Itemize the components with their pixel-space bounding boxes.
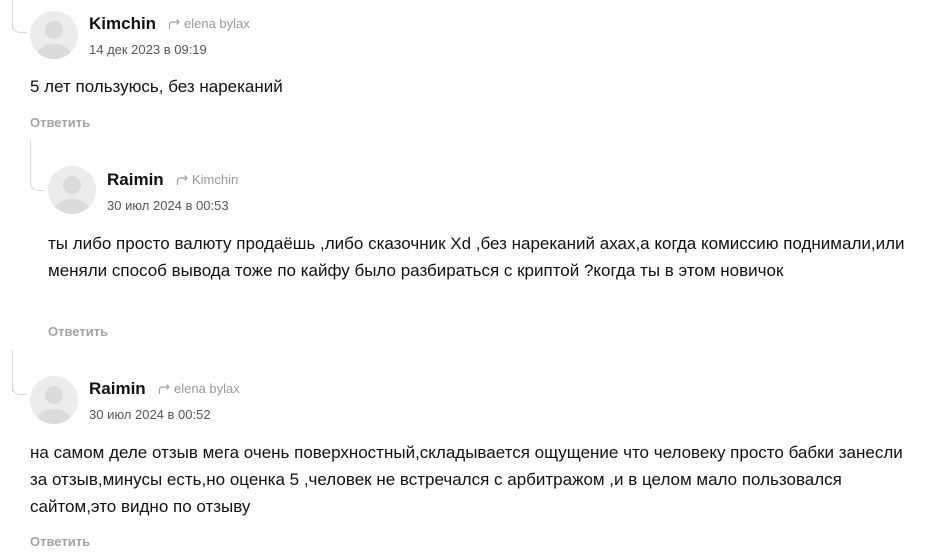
reply-to-link[interactable]: elena bylax [158,381,240,396]
comment-date: 30 июл 2024 в 00:52 [89,407,211,422]
comment-author[interactable]: Raimin [89,379,146,399]
reply-arrow-icon [158,383,170,394]
avatar[interactable] [30,376,78,424]
user-placeholder-icon [36,386,72,424]
reply-to-name: elena bylax [174,381,240,396]
reply-button[interactable]: Ответить [30,534,90,549]
comment: Raimin elena bylax 30 июл 2024 в 00:52 н… [0,0,935,560]
comment-text: на самом деле отзыв мега очень поверхнос… [30,443,903,516]
